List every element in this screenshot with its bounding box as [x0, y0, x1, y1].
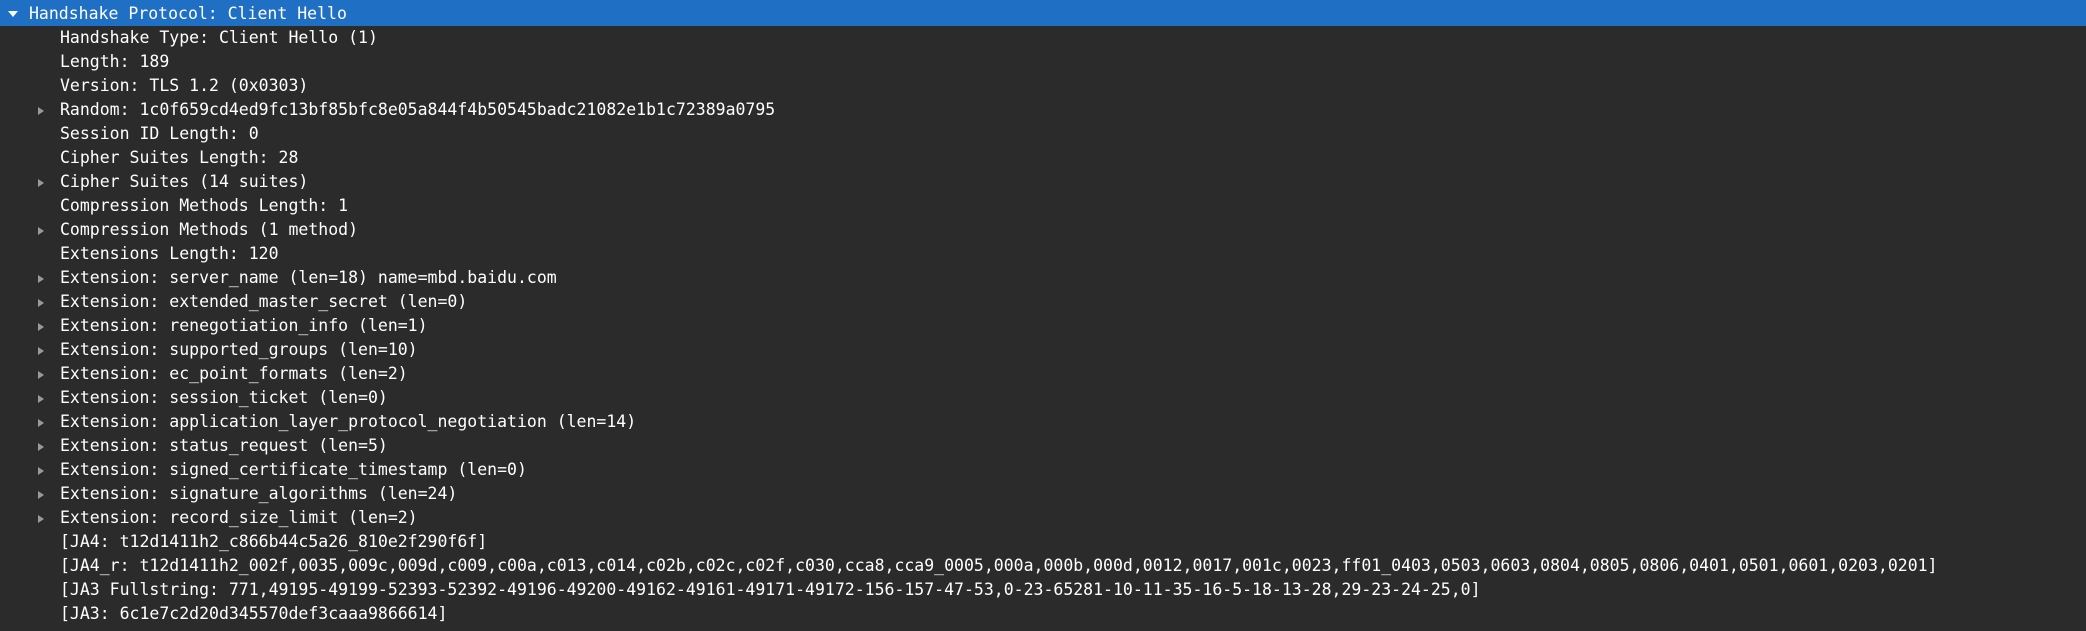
tree-row[interactable]: Session ID Length: 0 [0, 122, 2086, 146]
tree-row[interactable]: Extension: supported_groups (len=10) [0, 338, 2086, 362]
tree-row[interactable]: Extension: ec_point_formats (len=2) [0, 362, 2086, 386]
collapsed-triangle-icon[interactable] [35, 338, 49, 362]
collapsed-triangle-icon[interactable] [35, 434, 49, 458]
packet-details-tree: Handshake Protocol: Client Hello Handsha… [0, 0, 2086, 631]
collapsed-triangle-icon[interactable] [35, 170, 49, 194]
tree-row[interactable]: Extension: extended_master_secret (len=0… [0, 290, 2086, 314]
tree-row[interactable]: Extension: server_name (len=18) name=mbd… [0, 266, 2086, 290]
collapsed-triangle-icon[interactable] [35, 266, 49, 290]
tree-row-label: Extension: signed_certificate_timestamp … [60, 460, 527, 479]
tree-row-label: Extension: record_size_limit (len=2) [60, 508, 418, 527]
tree-row-label: Extension: application_layer_protocol_ne… [60, 412, 637, 431]
collapsed-triangle-icon[interactable] [35, 386, 49, 410]
tree-row-label: Extensions Length: 120 [60, 244, 279, 263]
tree-row-label: Handshake Protocol: Client Hello [29, 4, 347, 23]
collapsed-triangle-icon[interactable] [35, 218, 49, 242]
tree-row[interactable]: Compression Methods Length: 1 [0, 194, 2086, 218]
expanded-triangle-icon[interactable] [6, 0, 20, 24]
tree-row-label: Length: 189 [60, 52, 170, 71]
tree-row-label: Extension: extended_master_secret (len=0… [60, 292, 468, 311]
tree-row-label: [JA4_r: t12d1411h2_002f,0035,009c,009d,c… [60, 556, 1938, 575]
tree-row[interactable]: Extension: renegotiation_info (len=1) [0, 314, 2086, 338]
tree-row[interactable]: Extension: signature_algorithms (len=24) [0, 482, 2086, 506]
tree-row[interactable]: [JA4_r: t12d1411h2_002f,0035,009c,009d,c… [0, 554, 2086, 578]
tree-row[interactable]: [JA3 Fullstring: 771,49195-49199-52393-5… [0, 578, 2086, 602]
tree-row[interactable]: Length: 189 [0, 50, 2086, 74]
tree-row-label: [JA3: 6c1e7c2d20d345570def3caaa9866614] [60, 604, 448, 623]
tree-row-label: Random: 1c0f659cd4ed9fc13bf85bfc8e05a844… [60, 100, 776, 119]
tree-row-label: Extension: supported_groups (len=10) [60, 340, 418, 359]
tree-row[interactable]: Extension: signed_certificate_timestamp … [0, 458, 2086, 482]
tree-row-label: Compression Methods Length: 1 [60, 196, 349, 215]
tree-row[interactable]: [JA3: 6c1e7c2d20d345570def3caaa9866614] [0, 602, 2086, 626]
tree-row[interactable]: Random: 1c0f659cd4ed9fc13bf85bfc8e05a844… [0, 98, 2086, 122]
collapsed-triangle-icon[interactable] [35, 410, 49, 434]
tree-row[interactable]: Cipher Suites (14 suites) [0, 170, 2086, 194]
tree-row[interactable]: [JA4: t12d1411h2_c866b44c5a26_810e2f290f… [0, 530, 2086, 554]
tree-row-label: Extension: signature_algorithms (len=24) [60, 484, 458, 503]
tree-row[interactable]: Version: TLS 1.2 (0x0303) [0, 74, 2086, 98]
tree-row-label: Compression Methods (1 method) [60, 220, 359, 239]
tree-row[interactable]: Extension: application_layer_protocol_ne… [0, 410, 2086, 434]
tree-row-label: Extension: ec_point_formats (len=2) [60, 364, 408, 383]
tree-row[interactable]: Extensions Length: 120 [0, 242, 2086, 266]
collapsed-triangle-icon[interactable] [35, 458, 49, 482]
tree-row[interactable]: Extension: status_request (len=5) [0, 434, 2086, 458]
tree-row[interactable]: Handshake Type: Client Hello (1) [0, 26, 2086, 50]
tree-row-label: Handshake Type: Client Hello (1) [60, 28, 378, 47]
tree-row[interactable]: Compression Methods (1 method) [0, 218, 2086, 242]
collapsed-triangle-icon[interactable] [35, 506, 49, 530]
tree-row-label: Session ID Length: 0 [60, 124, 259, 143]
tree-row-label: [JA4: t12d1411h2_c866b44c5a26_810e2f290f… [60, 532, 488, 551]
collapsed-triangle-icon[interactable] [35, 314, 49, 338]
tree-row-label: [JA3 Fullstring: 771,49195-49199-52393-5… [60, 580, 1481, 599]
collapsed-triangle-icon[interactable] [35, 98, 49, 122]
tree-row[interactable]: Extension: session_ticket (len=0) [0, 386, 2086, 410]
tree-children: Handshake Type: Client Hello (1) Length: … [0, 26, 2086, 626]
tree-row[interactable]: Cipher Suites Length: 28 [0, 146, 2086, 170]
tree-row-label: Cipher Suites Length: 28 [60, 148, 299, 167]
collapsed-triangle-icon[interactable] [35, 290, 49, 314]
tree-row-label: Extension: renegotiation_info (len=1) [60, 316, 428, 335]
tree-row-label: Extension: status_request (len=5) [60, 436, 388, 455]
tree-row-label: Cipher Suites (14 suites) [60, 172, 309, 191]
tree-row-label: Extension: server_name (len=18) name=mbd… [60, 268, 557, 287]
tree-row[interactable]: Extension: record_size_limit (len=2) [0, 506, 2086, 530]
tree-row-label: Version: TLS 1.2 (0x0303) [60, 76, 309, 95]
collapsed-triangle-icon[interactable] [35, 362, 49, 386]
collapsed-triangle-icon[interactable] [35, 482, 49, 506]
tree-row-handshake-protocol[interactable]: Handshake Protocol: Client Hello [0, 0, 2086, 26]
tree-row-label: Extension: session_ticket (len=0) [60, 388, 388, 407]
